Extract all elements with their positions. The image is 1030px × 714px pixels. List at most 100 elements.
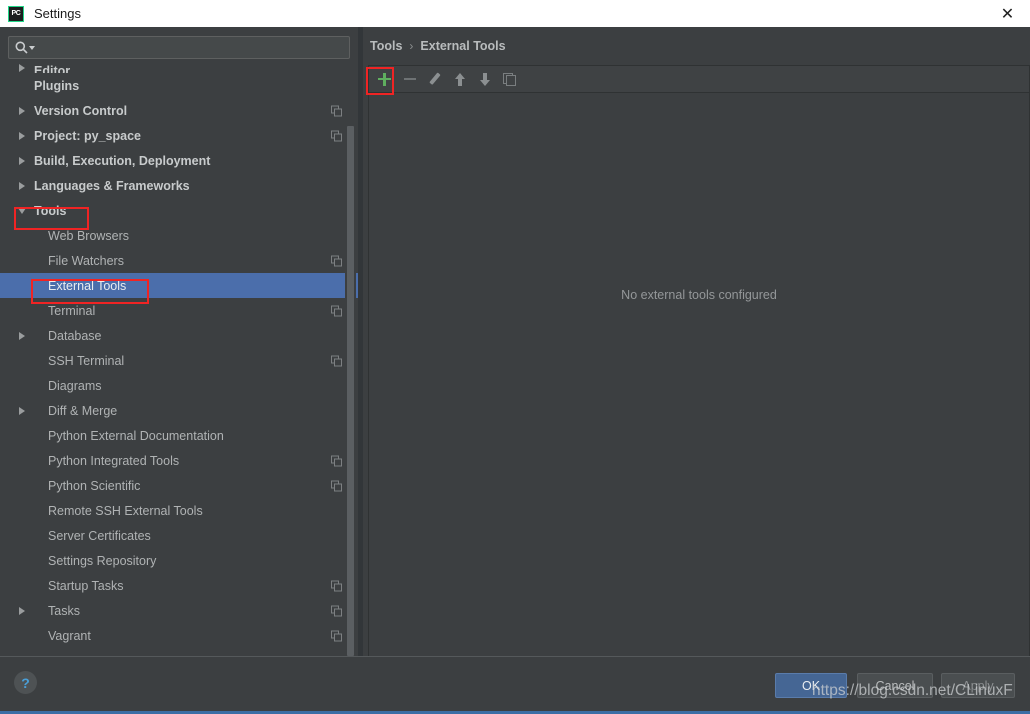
- sidebar-item-label: Database: [48, 328, 102, 343]
- sidebar-item-remote-ssh-external-tools[interactable]: Remote SSH External Tools: [0, 498, 358, 523]
- sidebar-item-label: Tasks: [48, 603, 80, 618]
- search-dropdown-icon[interactable]: [29, 45, 35, 50]
- apply-button[interactable]: Apply: [941, 673, 1015, 698]
- sidebar-item-version-control[interactable]: Version Control: [0, 98, 358, 123]
- sidebar-item-web-browsers[interactable]: Web Browsers: [0, 223, 358, 248]
- sidebar-item-python-external-documentation[interactable]: Python External Documentation: [0, 423, 358, 448]
- dialog-body: Editor Plugins Version Control Project: py…: [0, 27, 1030, 714]
- sidebar-item-label: Build, Execution, Deployment: [34, 153, 211, 168]
- sidebar-item-label: Terminal: [48, 303, 96, 318]
- sidebar-item-label: Plugins: [34, 78, 80, 93]
- sidebar-item-terminal[interactable]: Terminal: [0, 298, 358, 323]
- copy-settings-icon: [331, 105, 342, 116]
- sidebar-item-label: Editor: [34, 64, 71, 73]
- external-tools-list[interactable]: No external tools configured: [368, 92, 1030, 672]
- copy-settings-icon: [331, 355, 342, 366]
- sidebar-item-label: Python Integrated Tools: [48, 453, 180, 468]
- edit-button[interactable]: [422, 67, 447, 92]
- chevron-right-icon[interactable]: [14, 156, 30, 165]
- sidebar-item-ssh-terminal[interactable]: SSH Terminal: [0, 348, 358, 373]
- pycharm-icon: PC: [8, 5, 24, 22]
- arrow-down-icon: [479, 72, 491, 86]
- search-box[interactable]: [8, 36, 350, 59]
- copy-settings-icon: [331, 630, 342, 641]
- sidebar-item-tasks[interactable]: Tasks: [0, 598, 358, 623]
- breadcrumb-separator-icon: ›: [409, 39, 414, 53]
- move-down-button[interactable]: [472, 67, 497, 92]
- cancel-button[interactable]: Cancel: [857, 673, 933, 698]
- minus-icon: [403, 77, 416, 81]
- sidebar-item-file-watchers[interactable]: File Watchers: [0, 248, 358, 273]
- settings-tree: Editor Plugins Version Control Project: py…: [0, 64, 358, 656]
- sidebar-item-label: Diagrams: [48, 378, 102, 393]
- sidebar-item-plugins[interactable]: Plugins: [0, 73, 358, 98]
- sidebar-item-label: Version Control: [34, 103, 128, 118]
- sidebar-item-vagrant[interactable]: Vagrant: [0, 623, 358, 648]
- copy-settings-icon: [331, 305, 342, 316]
- breadcrumb-current: External Tools: [420, 39, 506, 53]
- sidebar-item-python-integrated-tools[interactable]: Python Integrated Tools: [0, 448, 358, 473]
- sidebar-item-database[interactable]: Database: [0, 323, 358, 348]
- settings-sidebar: Editor Plugins Version Control Project: py…: [0, 27, 358, 656]
- search-icon: [15, 41, 28, 54]
- pencil-icon: [428, 73, 441, 86]
- sidebar-item-tools[interactable]: Tools: [0, 198, 358, 223]
- close-icon[interactable]: ✕: [985, 0, 1030, 27]
- ok-button[interactable]: OK: [775, 673, 847, 698]
- sidebar-item-label: Startup Tasks: [48, 578, 124, 593]
- breadcrumb-parent[interactable]: Tools: [370, 39, 402, 53]
- sidebar-item-label: Python External Documentation: [48, 428, 224, 443]
- copy-button[interactable]: [497, 67, 522, 92]
- sidebar-item-diff-merge[interactable]: Diff & Merge: [0, 398, 358, 423]
- chevron-right-icon[interactable]: [14, 181, 30, 190]
- sidebar-scrollbar[interactable]: [345, 64, 356, 656]
- sidebar-item-label: Settings Repository: [48, 553, 157, 568]
- plus-icon: [378, 72, 391, 86]
- sidebar-item-label: External Tools: [48, 278, 127, 293]
- sidebar-item-label: Vagrant: [48, 628, 91, 643]
- sidebar-item-diagrams[interactable]: Diagrams: [0, 373, 358, 398]
- sidebar-item-server-certificates[interactable]: Server Certificates: [0, 523, 358, 548]
- arrow-up-icon: [454, 72, 466, 86]
- sidebar-item-label: Web Browsers: [48, 228, 130, 243]
- external-tools-toolbar: [368, 65, 1030, 92]
- sidebar-item-label: Project: py_space: [34, 128, 141, 143]
- breadcrumb: Tools › External Tools: [370, 39, 506, 53]
- sidebar-item-label: Remote SSH External Tools: [48, 503, 203, 518]
- chevron-right-icon[interactable]: [14, 64, 30, 72]
- sidebar-item-label: Diff & Merge: [48, 403, 118, 418]
- sidebar-item-editor-clipped[interactable]: Editor: [0, 64, 358, 73]
- chevron-right-icon[interactable]: [14, 131, 30, 140]
- chevron-right-icon[interactable]: [14, 331, 30, 340]
- copy-settings-icon: [331, 605, 342, 616]
- chevron-down-icon[interactable]: [14, 207, 30, 214]
- copy-settings-icon: [331, 455, 342, 466]
- remove-button[interactable]: [397, 67, 422, 92]
- sidebar-item-build-execution-deployment[interactable]: Build, Execution, Deployment: [0, 148, 358, 173]
- sidebar-item-label: SSH Terminal: [48, 353, 125, 368]
- help-button[interactable]: ?: [14, 671, 37, 694]
- sidebar-item-label: File Watchers: [48, 253, 124, 268]
- sidebar-item-label: Languages & Frameworks: [34, 178, 190, 193]
- sidebar-scrollbar-thumb[interactable]: [347, 126, 354, 656]
- sidebar-item-label: Tools: [34, 203, 67, 218]
- sidebar-item-label: Server Certificates: [48, 528, 151, 543]
- chevron-right-icon[interactable]: [14, 106, 30, 115]
- title-bar: PC Settings ✕: [0, 0, 1030, 27]
- sidebar-item-settings-repository[interactable]: Settings Repository: [0, 548, 358, 573]
- sidebar-item-python-scientific[interactable]: Python Scientific: [0, 473, 358, 498]
- sidebar-item-project-py-space[interactable]: Project: py_space: [0, 123, 358, 148]
- copy-settings-icon: [331, 580, 342, 591]
- chevron-right-icon[interactable]: [14, 606, 30, 615]
- search-input[interactable]: [40, 40, 349, 55]
- move-up-button[interactable]: [447, 67, 472, 92]
- copy-settings-icon: [331, 255, 342, 266]
- empty-state-message: No external tools configured: [621, 288, 777, 302]
- sidebar-item-startup-tasks[interactable]: Startup Tasks: [0, 573, 358, 598]
- chevron-right-icon[interactable]: [14, 406, 30, 415]
- copy-icon: [503, 72, 516, 86]
- sidebar-item-external-tools[interactable]: External Tools: [0, 273, 358, 298]
- copy-settings-icon: [331, 480, 342, 491]
- add-button[interactable]: [372, 67, 397, 92]
- sidebar-item-languages-frameworks[interactable]: Languages & Frameworks: [0, 173, 358, 198]
